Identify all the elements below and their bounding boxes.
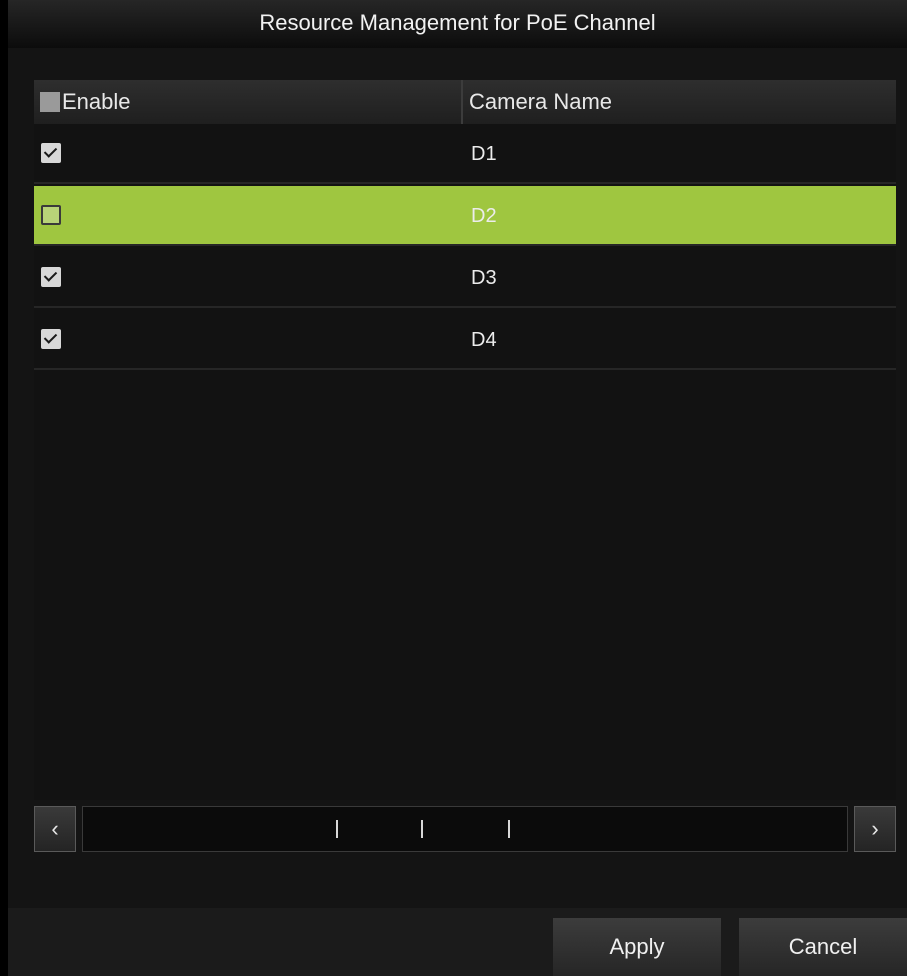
scroll-grip-mark [508,820,510,838]
cancel-button[interactable]: Cancel [739,918,907,976]
table-row[interactable]: D2 [34,186,896,246]
camera-name-column-header[interactable]: Camera Name [469,80,612,124]
column-divider[interactable] [461,80,463,124]
apply-button[interactable]: Apply [553,918,721,976]
horizontal-scrollbar[interactable]: ‹ › [34,806,896,852]
select-all-checkbox[interactable] [40,92,60,112]
dialog-footer: Apply Cancel [8,908,907,976]
camera-name: D2 [471,205,497,227]
table-row[interactable]: D1 [34,124,896,184]
enable-checkbox[interactable] [41,143,61,163]
poe-resource-dialog: Resource Management for PoE Channel Enab… [8,0,907,976]
enable-checkbox[interactable] [41,267,61,287]
table-row[interactable]: D4 [34,310,896,370]
enable-column-header[interactable]: Enable [40,80,131,124]
enable-checkbox[interactable] [41,329,61,349]
enable-checkbox[interactable] [41,205,61,225]
scroll-track[interactable] [82,806,848,852]
camera-table: Enable Camera Name D1 D2 D3 D4 [34,80,896,800]
table-row[interactable]: D3 [34,248,896,308]
table-header: Enable Camera Name [34,80,896,124]
camera-name: D1 [471,143,497,165]
camera-name: D4 [471,329,497,351]
chevron-right-icon[interactable]: › [854,806,896,852]
dialog-title: Resource Management for PoE Channel [8,0,907,48]
enable-column-label: Enable [62,89,131,114]
camera-name: D3 [471,267,497,289]
chevron-left-icon[interactable]: ‹ [34,806,76,852]
scroll-grip-mark [421,820,423,838]
scroll-grip-mark [336,820,338,838]
